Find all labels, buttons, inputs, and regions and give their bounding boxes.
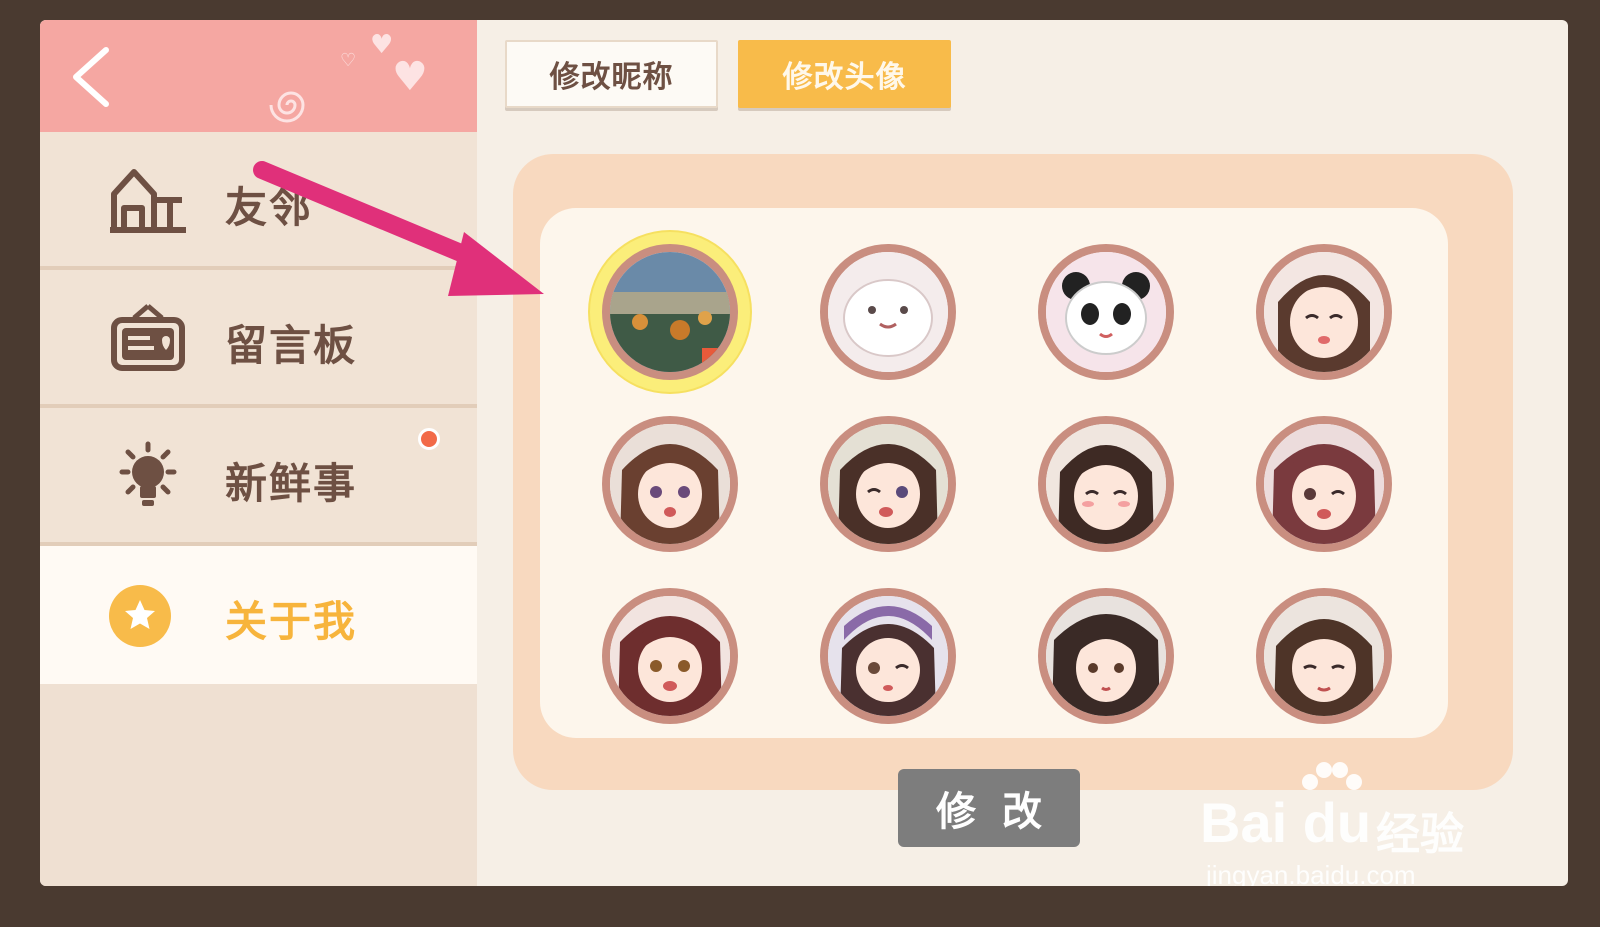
baidu-watermark: Bai du 经验 jingyan.baidu.com	[1200, 762, 1530, 886]
sidebar-item-news[interactable]: 新鲜事	[40, 408, 477, 546]
girl-face-icon	[1264, 596, 1384, 716]
girl-face-icon	[828, 424, 948, 544]
tab-edit-avatar[interactable]: 修改头像	[738, 40, 951, 108]
house-icon	[110, 169, 186, 233]
watermark-label: 经验	[1376, 809, 1464, 860]
avatar-option-panda[interactable]	[1038, 244, 1174, 380]
girl-face-icon	[610, 596, 730, 716]
sidebar-item-label: 关于我	[225, 597, 358, 646]
back-button[interactable]	[62, 42, 122, 112]
chevron-left-icon	[73, 47, 109, 107]
sidebar-item-message-board[interactable]: 留言板	[40, 270, 477, 408]
sidebar: ♥ ♡ ♥ 友邻 留言板 新鲜事 关于我	[40, 20, 477, 886]
sidebar-item-about-me[interactable]: 关于我	[40, 546, 477, 684]
avatar-option-girl-2[interactable]	[602, 416, 738, 552]
app-window: ♥ ♡ ♥ 友邻 留言板 新鲜事 关于我 修改昵称 修改头像 修改 Bai du…	[40, 20, 1568, 886]
swirl-decoration-icon	[269, 91, 305, 123]
avatar-option-girl-9[interactable]	[1256, 588, 1392, 724]
avatar-option-seal[interactable]	[820, 244, 956, 380]
landscape-photo-icon	[610, 252, 730, 372]
girl-face-icon	[1264, 424, 1384, 544]
sidebar-item-label: 友邻	[225, 183, 314, 232]
sidebar-item-label: 新鲜事	[225, 459, 358, 508]
lightbulb-icon	[119, 441, 177, 506]
notification-dot	[418, 428, 440, 450]
girl-face-icon	[610, 424, 730, 544]
seal-face-icon	[828, 252, 948, 372]
sidebar-item-neighbors[interactable]: 友邻	[40, 132, 477, 270]
message-board-icon	[111, 304, 185, 371]
sidebar-header: ♥ ♡ ♥	[40, 20, 477, 132]
girl-face-icon	[1046, 596, 1166, 716]
watermark-brand: Bai du	[1200, 791, 1372, 854]
heart-decoration-icon: ♥	[392, 54, 428, 100]
girl-face-icon	[1264, 252, 1384, 372]
tab-edit-nickname[interactable]: 修改昵称	[505, 40, 718, 108]
heart-decoration-icon: ♥	[370, 30, 394, 60]
avatar-option-girl-7[interactable]	[820, 588, 956, 724]
heart-decoration-icon: ♡	[340, 50, 357, 71]
sidebar-item-label: 留言板	[225, 321, 358, 370]
panda-face-icon	[1046, 252, 1166, 372]
submit-button[interactable]: 修改	[898, 769, 1080, 847]
avatar-option-girl-6[interactable]	[602, 588, 738, 724]
avatar-option-girl-5[interactable]	[1256, 416, 1392, 552]
avatar-option-girl-4[interactable]	[1038, 416, 1174, 552]
avatar-option-landscape[interactable]	[602, 244, 738, 380]
girl-face-icon	[1046, 424, 1166, 544]
watermark-url: jingyan.baidu.com	[1206, 860, 1416, 886]
star-badge-icon	[109, 585, 171, 647]
avatar-option-girl-8[interactable]	[1038, 588, 1174, 724]
avatar-option-girl-3[interactable]	[820, 416, 956, 552]
avatar-option-girl-1[interactable]	[1256, 244, 1392, 380]
girl-face-icon	[828, 596, 948, 716]
